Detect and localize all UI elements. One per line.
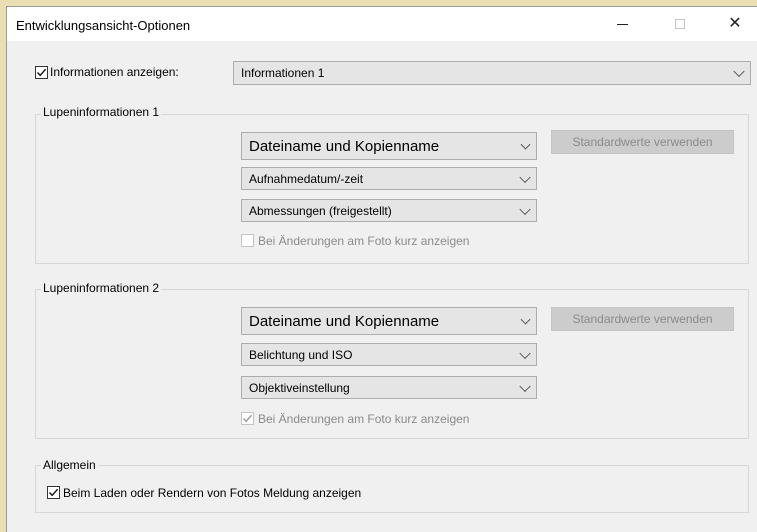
checkmark-icon bbox=[36, 68, 47, 77]
loading-message-checkbox[interactable] bbox=[47, 486, 60, 499]
chevron-down-icon bbox=[519, 171, 531, 183]
loupe2-brief-label: Bei Änderungen am Foto kurz anzeigen bbox=[258, 412, 470, 426]
chevron-down-icon bbox=[519, 203, 531, 215]
loupe1-line1-value: Dateiname und Kopienname bbox=[249, 137, 440, 155]
loupe1-brief-label: Bei Änderungen am Foto kurz anzeigen bbox=[258, 234, 470, 248]
loupe2-defaults-button[interactable]: Standardwerte verwenden bbox=[551, 307, 734, 331]
chevron-down-icon bbox=[520, 314, 531, 325]
chevron-down-icon bbox=[520, 139, 531, 150]
loupe2-line1-value: Dateiname und Kopienname bbox=[249, 312, 440, 330]
loupe1-line1-select[interactable]: Dateiname und Kopienname bbox=[241, 132, 537, 160]
loupe2-line1-select[interactable]: Dateiname und Kopienname bbox=[241, 307, 537, 335]
minimize-icon bbox=[616, 23, 628, 25]
chevron-down-icon bbox=[733, 65, 745, 78]
loupe2-line3-value: Objektiveinstellung bbox=[249, 380, 350, 395]
dialog-window: Entwicklungsansicht-Optionen ✕ Informati… bbox=[6, 6, 757, 532]
maximize-button[interactable] bbox=[657, 7, 703, 41]
loupe1-brief-checkbox[interactable] bbox=[241, 234, 254, 247]
checkmark-icon bbox=[242, 414, 253, 423]
show-info-checkbox[interactable] bbox=[35, 66, 48, 79]
title-bar: Entwicklungsansicht-Optionen ✕ bbox=[7, 7, 757, 41]
info-preset-select[interactable]: Informationen 1 bbox=[233, 61, 751, 85]
loupe1-line3-select[interactable]: Abmessungen (freigestellt) bbox=[241, 199, 537, 222]
loupe-info-1-title: Lupeninformationen 1 bbox=[41, 105, 162, 119]
close-icon: ✕ bbox=[728, 15, 742, 32]
loupe2-line2-select[interactable]: Belichtung und ISO bbox=[241, 343, 537, 366]
loading-message-label: Beim Laden oder Rendern von Fotos Meldun… bbox=[63, 486, 362, 500]
window-title: Entwicklungsansicht-Optionen bbox=[16, 18, 191, 33]
close-button[interactable]: ✕ bbox=[712, 7, 757, 41]
loupe2-line3-select[interactable]: Objektiveinstellung bbox=[241, 376, 537, 399]
maximize-icon bbox=[675, 19, 685, 29]
general-title: Allgemein bbox=[41, 458, 98, 472]
chevron-down-icon bbox=[519, 347, 531, 359]
loupe-info-2-title: Lupeninformationen 2 bbox=[41, 281, 162, 295]
chevron-down-icon bbox=[519, 380, 531, 392]
loupe1-line3-value: Abmessungen (freigestellt) bbox=[249, 203, 392, 218]
minimize-button[interactable] bbox=[599, 7, 645, 41]
show-info-label: Informationen anzeigen: bbox=[50, 65, 179, 79]
loupe1-defaults-button[interactable]: Standardwerte verwenden bbox=[551, 130, 734, 154]
loupe2-line2-value: Belichtung und ISO bbox=[249, 347, 353, 362]
info-preset-value: Informationen 1 bbox=[241, 66, 325, 80]
loupe1-line2-value: Aufnahmedatum/-zeit bbox=[249, 171, 364, 186]
loupe2-brief-checkbox[interactable] bbox=[241, 412, 254, 425]
checkmark-icon bbox=[48, 488, 59, 497]
loupe1-line2-select[interactable]: Aufnahmedatum/-zeit bbox=[241, 167, 537, 190]
